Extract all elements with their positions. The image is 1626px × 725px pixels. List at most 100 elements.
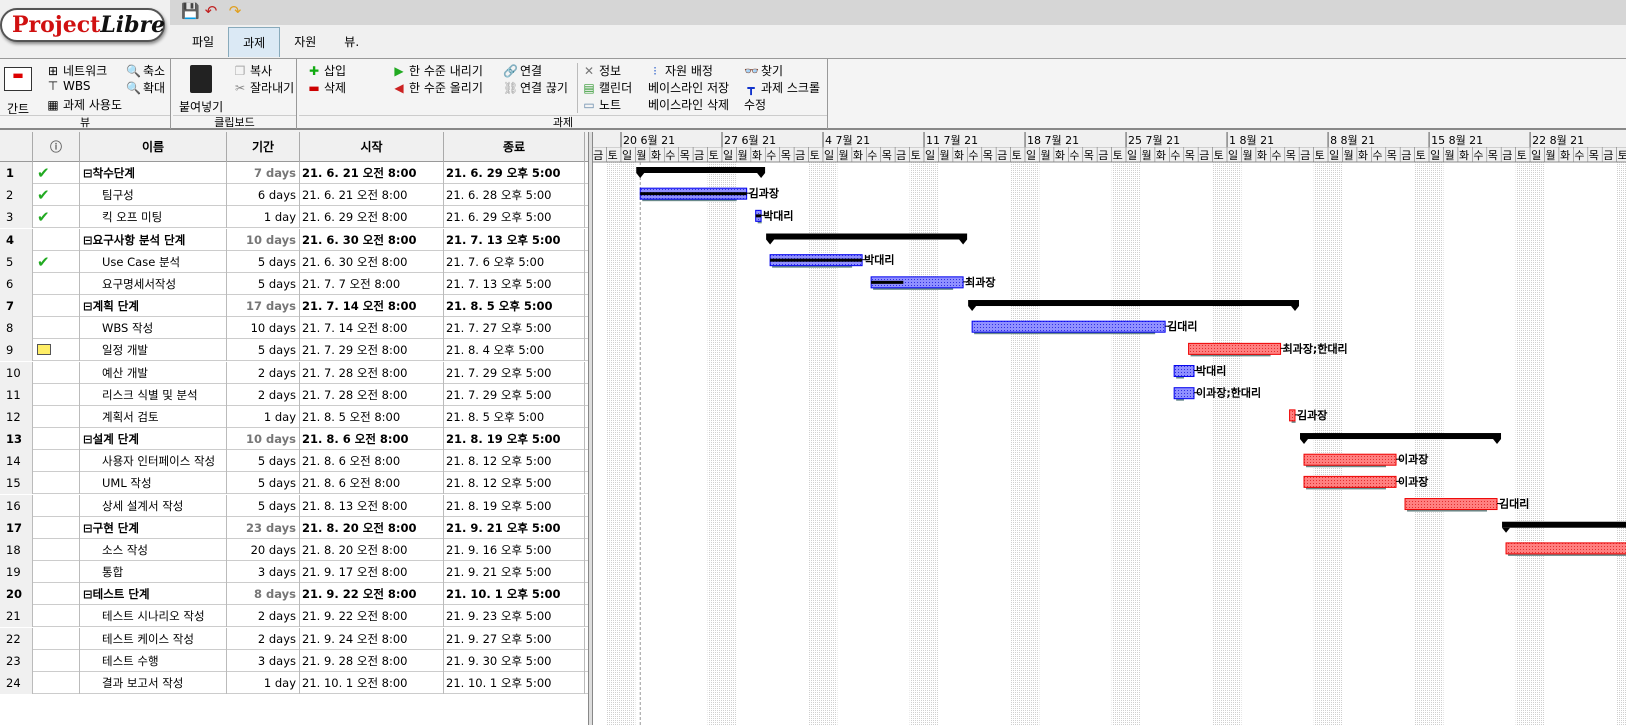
task-name[interactable]: 테스트 케이스 작성 <box>80 627 227 650</box>
wbs-button[interactable]: ⊤ WBS <box>46 79 91 93</box>
task-start[interactable]: 21. 8. 6 오전 8:00 <box>300 472 444 495</box>
task-duration[interactable]: 5 days <box>227 272 300 295</box>
critical-task-bar[interactable] <box>1404 498 1498 511</box>
cut-button[interactable]: ✂ 잘라내기 <box>233 79 294 96</box>
tab-file[interactable]: 파일 <box>178 27 228 57</box>
task-name[interactable]: Use Case 분석 <box>80 250 227 273</box>
task-finish[interactable]: 21. 9. 23 오후 5:00 <box>444 605 585 628</box>
table-row[interactable]: 16 상세 설계서 작성 5 days 21. 8. 13 오전 8:00 21… <box>0 494 588 517</box>
table-row[interactable]: 3 ✔ 킥 오프 미팅 1 day 21. 6. 29 오전 8:00 21. … <box>0 206 588 229</box>
calendar-button[interactable]: ▤ 캘린더 <box>582 79 632 96</box>
redo-icon[interactable]: ↷ <box>226 2 244 20</box>
task-usage-button[interactable]: ▦ 과제 사용도 <box>46 96 122 113</box>
task-name[interactable]: 통합 <box>80 561 227 584</box>
task-name[interactable]: 킥 오프 미팅 <box>80 206 227 229</box>
task-name[interactable]: 소스 작성 <box>80 538 227 561</box>
progress-bar[interactable] <box>755 214 762 218</box>
summary-bar[interactable] <box>766 233 968 240</box>
task-name[interactable]: 리스크 식별 및 분석 <box>80 383 227 406</box>
gantt-button[interactable]: ▬ 간트 <box>4 67 32 117</box>
table-row[interactable]: 15 UML 작성 5 days 21. 8. 6 오전 8:00 21. 8.… <box>0 472 588 495</box>
task-duration[interactable]: 1 day <box>227 671 300 694</box>
task-start[interactable]: 21. 8. 6 오전 8:00 <box>300 450 444 473</box>
undo-icon[interactable]: ↶ <box>202 2 220 20</box>
task-duration[interactable]: 2 days <box>227 605 300 628</box>
task-finish[interactable]: 21. 8. 5 오후 5:00 <box>444 295 585 318</box>
task-duration[interactable]: 5 days <box>227 494 300 517</box>
task-start[interactable]: 21. 7. 14 오전 8:00 <box>300 295 444 318</box>
task-start[interactable]: 21. 7. 28 오전 8:00 <box>300 383 444 406</box>
table-row[interactable]: 23 테스트 수행 3 days 21. 9. 28 오전 8:00 21. 9… <box>0 649 588 672</box>
task-start[interactable]: 21. 8. 5 오전 8:00 <box>300 405 444 428</box>
task-finish[interactable]: 21. 7. 6 오후 5:00 <box>444 250 585 273</box>
task-name[interactable]: 결과 보고서 작성 <box>80 671 227 694</box>
task-name[interactable]: ⊟테스트 단계 <box>80 583 227 606</box>
task-bar[interactable] <box>971 320 1166 333</box>
tab-resource[interactable]: 자원 <box>280 27 330 57</box>
summary-bar[interactable] <box>1502 521 1626 528</box>
task-duration[interactable]: 10 days <box>227 317 300 340</box>
task-name[interactable]: ⊟요구사항 분석 단계 <box>80 228 227 251</box>
task-name[interactable]: ⊟착수단계 <box>80 162 227 184</box>
task-finish[interactable]: 21. 9. 21 오후 5:00 <box>444 561 585 584</box>
task-start[interactable]: 21. 6. 21 오전 8:00 <box>300 162 444 184</box>
task-start[interactable]: 21. 8. 20 오전 8:00 <box>300 538 444 561</box>
task-finish[interactable]: 21. 10. 1 오후 5:00 <box>444 671 585 694</box>
task-start[interactable]: 21. 8. 6 오전 8:00 <box>300 428 444 451</box>
network-button[interactable]: ⊞ 네트워크 <box>46 62 107 79</box>
paste-button[interactable]: 붙여넣기 <box>179 65 223 115</box>
task-name[interactable]: ⊟설계 단계 <box>80 428 227 451</box>
unlink-button[interactable]: ⛓ 연결 끊기 <box>503 79 568 96</box>
find-button[interactable]: 👓 찾기 <box>744 62 783 79</box>
task-start[interactable]: 21. 9. 28 오전 8:00 <box>300 649 444 672</box>
task-bar[interactable] <box>1173 365 1195 378</box>
task-duration[interactable]: 5 days <box>227 450 300 473</box>
zoom-in-button[interactable]: 🔍 확대 <box>126 79 165 96</box>
task-finish[interactable]: 21. 8. 5 오후 5:00 <box>444 405 585 428</box>
task-finish[interactable]: 21. 10. 1 오후 5:00 <box>444 583 585 606</box>
table-row[interactable]: 22 테스트 케이스 작성 2 days 21. 9. 24 오전 8:00 2… <box>0 627 588 650</box>
task-duration[interactable]: 20 days <box>227 538 300 561</box>
table-row[interactable]: 1 ✔ ⊟착수단계 7 days 21. 6. 21 오전 8:00 21. 6… <box>0 162 588 184</box>
task-duration[interactable]: 7 days <box>227 162 300 184</box>
task-start[interactable]: 21. 6. 30 오전 8:00 <box>300 250 444 273</box>
table-row[interactable]: 21 테스트 시나리오 작성 2 days 21. 9. 22 오전 8:00 … <box>0 605 588 628</box>
task-start[interactable]: 21. 10. 1 오전 8:00 <box>300 671 444 694</box>
task-duration[interactable]: 10 days <box>227 428 300 451</box>
table-row[interactable]: 11 리스크 식별 및 분석 2 days 21. 7. 28 오전 8:00 … <box>0 383 588 406</box>
task-duration[interactable]: 3 days <box>227 649 300 672</box>
task-start[interactable]: 21. 7. 7 오전 8:00 <box>300 272 444 295</box>
header-name[interactable]: 이름 <box>80 132 227 162</box>
table-row[interactable]: 18 소스 작성 20 days 21. 8. 20 오전 8:00 21. 9… <box>0 538 588 561</box>
header-info-icon[interactable]: ⓘ <box>33 132 80 162</box>
table-row[interactable]: 17 ⊟구현 단계 23 days 21. 8. 20 오전 8:00 21. … <box>0 516 588 539</box>
task-name[interactable]: 테스트 수행 <box>80 649 227 672</box>
critical-task-bar[interactable] <box>1303 453 1397 466</box>
tab-view[interactable]: 뷰. <box>330 27 373 57</box>
task-name[interactable]: UML 작성 <box>80 472 227 495</box>
task-name[interactable]: ⊟구현 단계 <box>80 516 227 539</box>
table-row[interactable]: 10 예산 개발 2 days 21. 7. 28 오전 8:00 21. 7.… <box>0 361 588 384</box>
task-finish[interactable]: 21. 8. 12 오후 5:00 <box>444 450 585 473</box>
critical-task-bar[interactable] <box>1505 542 1626 555</box>
task-duration[interactable]: 2 days <box>227 383 300 406</box>
task-finish[interactable]: 21. 7. 29 오후 5:00 <box>444 361 585 384</box>
task-name[interactable]: ⊟계획 단계 <box>80 295 227 318</box>
table-row[interactable]: 6 요구명세서작성 5 days 21. 7. 7 오전 8:00 21. 7.… <box>0 272 588 295</box>
table-row[interactable]: 19 통합 3 days 21. 9. 17 오전 8:00 21. 9. 21… <box>0 561 588 584</box>
table-row[interactable]: 9 일정 개발 5 days 21. 7. 29 오전 8:00 21. 8. … <box>0 339 588 362</box>
task-name[interactable]: 일정 개발 <box>80 339 227 362</box>
tab-task[interactable]: 과제 <box>228 27 281 57</box>
task-finish[interactable]: 21. 9. 16 오후 5:00 <box>444 538 585 561</box>
task-duration[interactable]: 1 day <box>227 206 300 229</box>
critical-task-bar[interactable] <box>1303 475 1397 488</box>
indent-button[interactable]: ▶ 한 수준 내리기 <box>392 62 483 79</box>
task-bar[interactable] <box>1173 387 1195 400</box>
insert-button[interactable]: ✚ 삽입 <box>307 62 346 79</box>
task-start[interactable]: 21. 9. 22 오전 8:00 <box>300 583 444 606</box>
summary-bar[interactable] <box>1300 433 1502 440</box>
progress-bar[interactable] <box>871 280 904 284</box>
table-row[interactable]: 20 ⊟테스트 단계 8 days 21. 9. 22 오전 8:00 21. … <box>0 583 588 606</box>
table-row[interactable]: 24 결과 보고서 작성 1 day 21. 10. 1 오전 8:00 21.… <box>0 671 588 694</box>
task-finish[interactable]: 21. 8. 19 오후 5:00 <box>444 428 585 451</box>
